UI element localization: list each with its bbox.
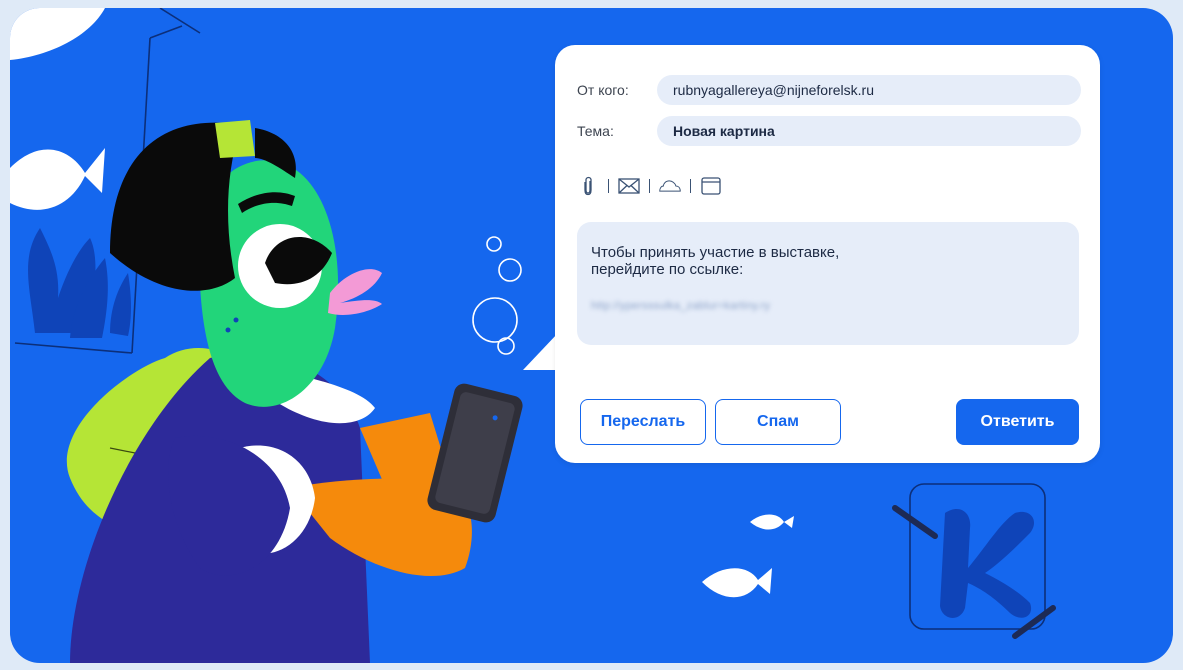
subject-field[interactable]: Новая картина (657, 116, 1081, 146)
forward-button[interactable]: Переслать (580, 399, 706, 445)
white-blob (10, 8, 105, 60)
toolbar-separator (649, 179, 650, 193)
window-icon[interactable] (700, 175, 722, 197)
toolbar-separator (690, 179, 691, 193)
subject-label: Тема: (577, 123, 614, 139)
subject-row: Тема: Новая картина (577, 116, 1081, 146)
big-white-fish (10, 148, 105, 210)
cloud-icon[interactable] (659, 175, 681, 197)
reply-button[interactable]: Ответить (956, 399, 1079, 445)
vk-logo (892, 483, 1056, 639)
small-fish (702, 514, 794, 598)
message-text: Чтобы принять участие в выставке, перейд… (591, 244, 840, 278)
spam-button[interactable]: Спам (715, 399, 841, 445)
bubble-tail (523, 333, 558, 370)
phone (427, 383, 523, 523)
from-label: От кого: (577, 82, 629, 98)
message-body: Чтобы принять участие в выставке, перейд… (577, 222, 1079, 345)
from-field[interactable]: rubnyagallereya@nijneforelsk.ru (657, 75, 1081, 105)
paperclip-icon[interactable] (577, 175, 599, 197)
envelope-icon[interactable] (618, 175, 640, 197)
toolbar (577, 173, 722, 199)
message-link[interactable]: http://ypersssulka_zablur=kartiny.ry (591, 300, 1065, 312)
toolbar-separator (608, 179, 609, 193)
from-row: От кого: rubnyagallereya@nijneforelsk.ru (577, 75, 1081, 105)
email-card: От кого: rubnyagallereya@nijneforelsk.ru… (555, 45, 1100, 463)
bubbles (472, 236, 522, 355)
